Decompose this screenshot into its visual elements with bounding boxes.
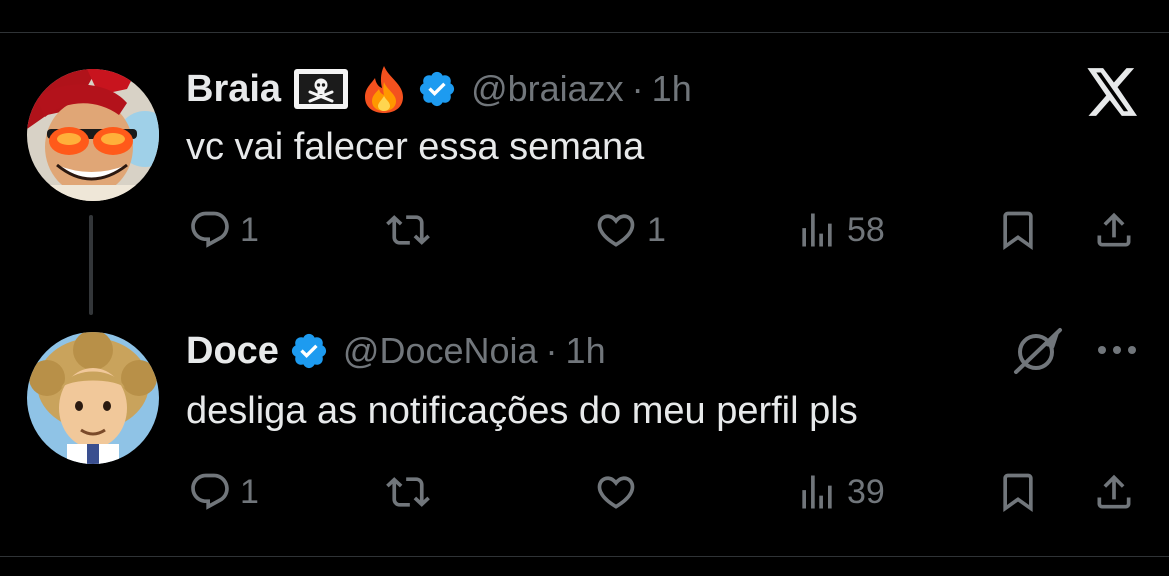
x-logo-icon[interactable] [1087,68,1139,121]
view-count: 39 [847,472,885,511]
tweet-2-header: Doce @DoceNoia · 1h [186,326,606,376]
pirate-flag-icon [293,68,349,110]
like-button[interactable]: 1 [593,208,666,252]
bookmark-button[interactable] [996,208,1040,252]
reply-button[interactable]: 1 [188,470,259,514]
separator-dot: · [631,68,644,109]
tweet-text: vc vai falecer essa semana [186,126,645,168]
heart-icon [597,476,635,509]
retweet-icon [386,477,430,507]
reply-icon [191,211,229,248]
views-icon [802,213,832,247]
reply-count: 1 [240,210,259,249]
reply-icon [191,473,229,510]
bookmark-icon [1003,473,1033,513]
views-button[interactable]: 58 [795,208,885,252]
reply-button[interactable]: 1 [188,208,259,252]
top-divider [0,32,1169,33]
fire-icon [361,64,407,114]
share-button[interactable] [1092,208,1136,252]
reply-count: 1 [240,472,259,511]
share-icon [1097,212,1131,247]
user-handle[interactable]: @braiazx [471,68,624,110]
view-count: 58 [847,210,885,249]
bookmark-icon [1003,211,1033,251]
tweet-text: desliga as notificações do meu perfil pl… [186,390,858,432]
display-name[interactable]: Doce [186,330,279,373]
user-handle[interactable]: @DoceNoia [343,330,538,372]
views-icon [802,475,832,509]
separator-dot: · [545,330,558,371]
tweet-1-header: Braia @braiazx · 1h [186,64,692,114]
like-button[interactable] [593,470,647,514]
thread-connector-line [89,215,93,315]
bottom-divider [0,556,1169,557]
timestamp[interactable]: 1h [566,330,606,372]
retweet-button[interactable] [384,470,440,514]
verified-badge-icon[interactable] [417,69,457,109]
display-name[interactable]: Braia [186,68,281,111]
avatar-doce[interactable] [27,332,159,464]
verified-badge-icon[interactable] [289,331,329,371]
retweet-icon [386,215,430,245]
grok-icon[interactable] [1010,326,1066,383]
heart-icon [597,214,635,247]
views-button[interactable]: 39 [795,470,885,514]
like-count: 1 [647,210,666,249]
retweet-button[interactable] [384,208,440,252]
timestamp[interactable]: 1h [652,68,692,110]
bookmark-button[interactable] [996,470,1040,514]
more-icon[interactable] [1095,340,1139,365]
share-button[interactable] [1092,470,1136,514]
avatar-braia[interactable] [27,69,159,201]
share-icon [1097,474,1131,509]
